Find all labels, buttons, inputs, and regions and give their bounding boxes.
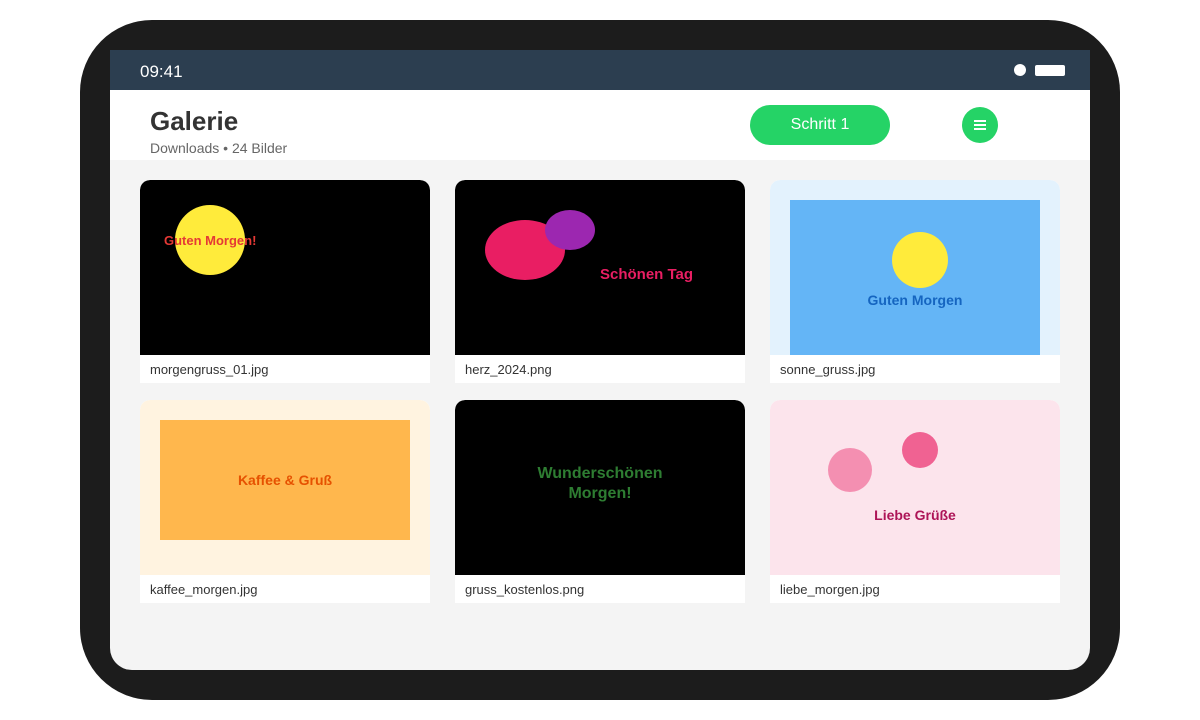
thumbnail: Guten Morgen xyxy=(770,180,1060,355)
thumbnail-text: Guten Morgen xyxy=(867,292,963,308)
step-button[interactable]: Schritt 1 xyxy=(750,105,890,145)
gallery-item-liebe[interactable]: Liebe Grüße liebe_morgen.jpg xyxy=(770,400,1060,603)
gallery-item-kaffee[interactable]: Kaffee & Gruß kaffee_morgen.jpg xyxy=(140,400,430,603)
thumbnail-text: Guten Morgen! xyxy=(164,233,257,248)
thumbnail: Liebe Grüße xyxy=(770,400,1060,575)
thumbnail-text-line-2: Morgen! xyxy=(568,485,632,502)
app-header: Galerie Downloads • 24 Bilder Schritt 1 xyxy=(110,90,1090,160)
page-title: Galerie xyxy=(150,106,239,136)
hamburger-menu-icon xyxy=(974,120,986,130)
filename: morgengruss_01.jpg xyxy=(150,362,269,377)
gallery-item-gruss[interactable]: Wunderschönen Morgen! gruss_kostenlos.pn… xyxy=(455,400,745,603)
page-subtitle: Downloads • 24 Bilder xyxy=(150,140,288,156)
filename: herz_2024.png xyxy=(465,362,552,377)
thumbnail-text-line-1: Wunderschönen xyxy=(537,465,663,482)
thumbnail-text: Schönen Tag xyxy=(600,266,694,283)
tablet-frame: 09:41 Galerie Downloads • 24 Bilder Schr… xyxy=(80,20,1120,700)
gallery-item-morgengruss[interactable]: Guten Morgen! morgengruss_01.jpg xyxy=(140,180,430,383)
thumbnail: Wunderschönen Morgen! xyxy=(455,400,745,575)
thumbnail-text: Liebe Grüße xyxy=(874,507,956,523)
filename: kaffee_morgen.jpg xyxy=(150,582,258,597)
sun-circle xyxy=(892,232,948,288)
filename: sonne_gruss.jpg xyxy=(780,362,876,377)
status-bar: 09:41 xyxy=(110,50,1090,90)
pink-circle-large xyxy=(828,448,872,492)
screen: 09:41 Galerie Downloads • 24 Bilder Schr… xyxy=(110,50,1090,670)
step-button-label: Schritt 1 xyxy=(790,116,850,133)
menu-button[interactable] xyxy=(962,107,998,143)
thumbnail: Kaffee & Gruß xyxy=(140,400,430,575)
battery-icon xyxy=(1035,65,1065,76)
thumbnail: Schönen Tag xyxy=(455,180,745,355)
thumbnail: Guten Morgen! xyxy=(140,180,430,355)
signal-indicator-icon xyxy=(1014,64,1026,76)
thumbnail-text: Kaffee & Gruß xyxy=(237,472,333,488)
filename: liebe_morgen.jpg xyxy=(780,582,880,597)
filename: gruss_kostenlos.png xyxy=(465,582,585,597)
status-time: 09:41 xyxy=(140,62,183,81)
gallery-item-herz[interactable]: Schönen Tag herz_2024.png xyxy=(455,180,745,383)
pink-circle-small xyxy=(902,432,938,468)
gallery-item-sonne[interactable]: Guten Morgen sonne_gruss.jpg xyxy=(770,180,1060,383)
purple-ellipse xyxy=(545,210,595,250)
